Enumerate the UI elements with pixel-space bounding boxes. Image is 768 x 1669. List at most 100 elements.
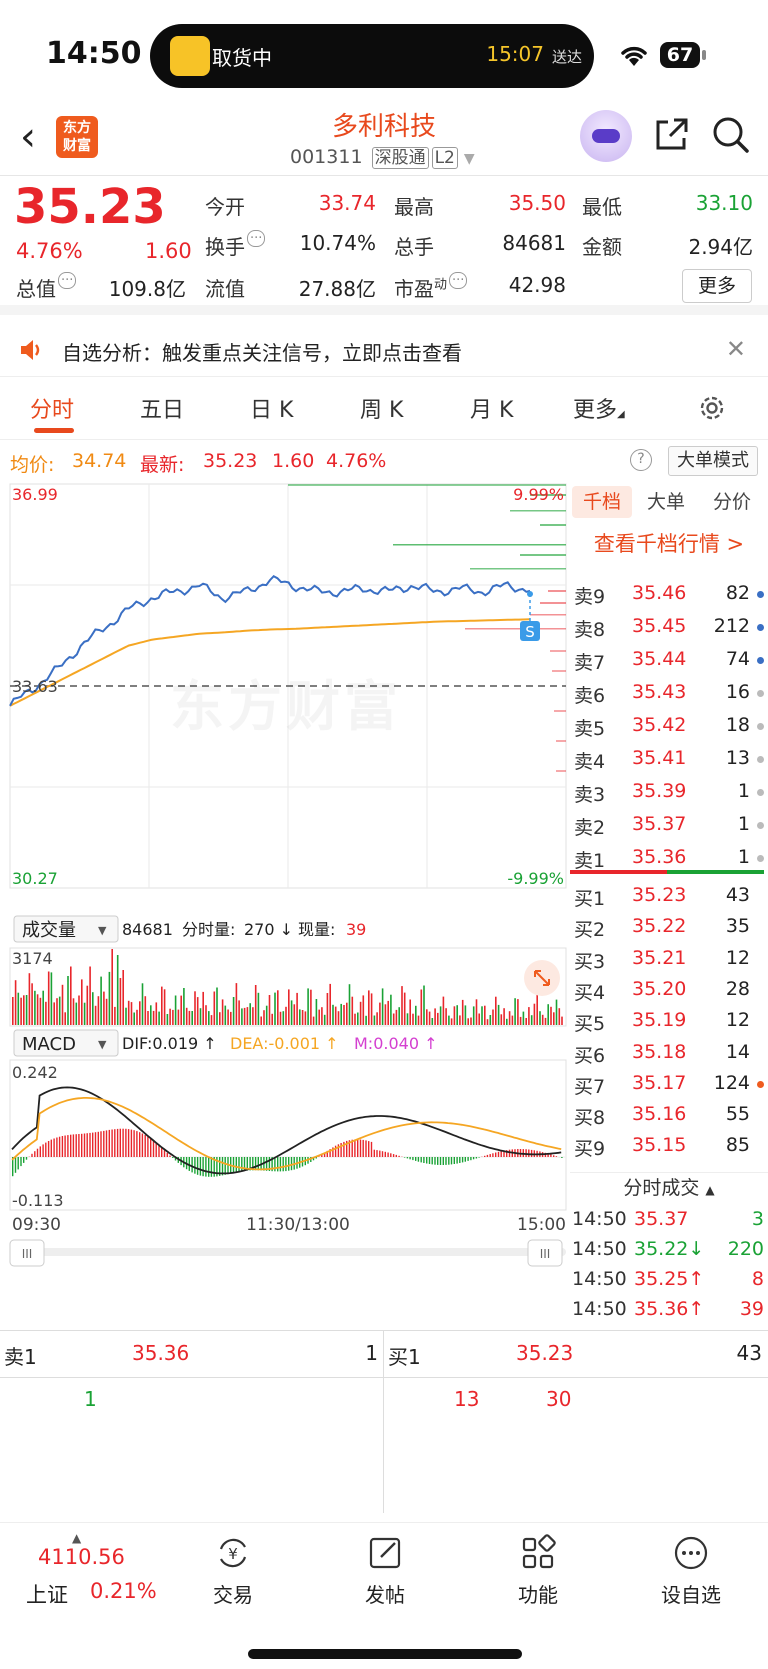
tab-daily-k[interactable]: 日 K: [250, 392, 293, 424]
bid-row[interactable]: 买3 35.21 12: [570, 943, 768, 975]
intraday-chart[interactable]: S 36.99 33.63 30.27 9.99% -9.99% 成交量 ▼ 8…: [0, 480, 570, 1330]
ask-row[interactable]: 卖6 35.43 16: [570, 677, 768, 709]
tick-volume: 220: [727, 1238, 764, 1260]
volume-bar: [31, 983, 33, 1025]
ask-row[interactable]: 卖2 35.37 1: [570, 809, 768, 841]
ask-row[interactable]: 卖7 35.44 74: [570, 644, 768, 676]
ask-row[interactable]: 卖9 35.46 82: [570, 578, 768, 610]
ask-price: 35.37: [632, 813, 687, 835]
nav-post[interactable]: 发帖: [330, 1533, 440, 1608]
ask-volume: 1: [737, 846, 750, 868]
macd-bar: [47, 1141, 50, 1157]
info-icon[interactable]: ···: [58, 272, 77, 289]
macd-bar: [36, 1148, 39, 1157]
turnover-label: 换手 ···: [205, 230, 266, 260]
volume-bar: [530, 1015, 533, 1025]
chart-scrollbar[interactable]: III III: [9, 1239, 566, 1267]
macd-bar: [409, 1157, 411, 1160]
macd-bar: [31, 1153, 33, 1157]
bid-row[interactable]: 买4 35.20 28: [570, 974, 768, 1006]
search-icon[interactable]: [710, 114, 750, 154]
volume-bar: [533, 1003, 536, 1025]
index-ticker[interactable]: ▲ 4110.56 上证 0.21%: [0, 1523, 160, 1633]
more-button[interactable]: 更多: [682, 269, 752, 303]
nav-trade[interactable]: ¥ 交易: [178, 1533, 288, 1608]
volume-bar: [412, 1013, 414, 1025]
pe-value: 42.98: [508, 273, 566, 297]
ask-level-label: 卖9: [574, 586, 606, 608]
macd-bar: [282, 1157, 284, 1172]
volume-bar: [450, 1018, 453, 1025]
volume-bar: [558, 1008, 561, 1025]
macd-header: MACD ▼ DIF:0.019 ↑ DEA:-0.001 ↑ M:0.040 …: [13, 1029, 438, 1057]
volume-bar: [144, 996, 147, 1025]
nav-functions[interactable]: 功能: [483, 1533, 593, 1608]
expand-icon[interactable]: [524, 960, 560, 996]
view-depth-link[interactable]: 查看千档行情 >: [570, 528, 768, 558]
macd-bar: [108, 1129, 110, 1157]
macd-bar: [103, 1130, 105, 1157]
wifi-icon: [621, 46, 647, 66]
bid-row[interactable]: 买5 35.19 12: [570, 1005, 768, 1037]
ticks-header[interactable]: 分时成交 ▲: [570, 1172, 768, 1202]
macd-bar: [492, 1153, 494, 1157]
gear-icon[interactable]: [696, 392, 728, 424]
ask-row[interactable]: 卖3 35.39 1: [570, 776, 768, 808]
tab-intraday[interactable]: 分时: [30, 392, 74, 424]
info-icon[interactable]: ···: [449, 272, 468, 289]
bid-row[interactable]: 买7 35.17 124: [570, 1068, 768, 1100]
ai-assistant-icon[interactable]: [580, 110, 632, 162]
bid-row[interactable]: 买9 35.15 85: [570, 1130, 768, 1162]
volume-bar: [448, 1015, 450, 1025]
bid-level-label: 买2: [574, 919, 606, 942]
info-icon[interactable]: ···: [247, 230, 266, 247]
volume-bar: [472, 1006, 475, 1025]
bid-row[interactable]: 买1 35.23 43: [570, 880, 768, 912]
close-icon[interactable]: ✕: [726, 335, 746, 363]
stock-code-row[interactable]: 001311 深股通 L2 ▼: [290, 146, 475, 169]
volume-value: 84681: [502, 231, 566, 255]
ask-price: 35.36: [632, 846, 687, 868]
macd-bar: [42, 1144, 44, 1157]
volume-bar: [381, 988, 384, 1025]
tab-five-day[interactable]: 五日: [140, 392, 184, 424]
tab-big-order[interactable]: 大单: [636, 486, 696, 518]
macd-bar: [136, 1131, 138, 1157]
ask-row[interactable]: 卖8 35.45 212: [570, 611, 768, 643]
volume-bar: [119, 978, 122, 1025]
volume-bar: [359, 1001, 362, 1025]
bid-row[interactable]: 买6 35.18 14: [570, 1037, 768, 1069]
tick-volume: 8: [751, 1268, 764, 1290]
volume-bar: [202, 991, 204, 1025]
nav-add-watchlist[interactable]: 设自选: [636, 1533, 746, 1608]
notice-bar[interactable]: 自选分析：触发重点关注信号，立即点击查看 ✕: [0, 325, 768, 377]
volume-bar: [453, 1006, 456, 1025]
tab-thousand-level[interactable]: 千档: [572, 486, 632, 518]
volume-bar: [428, 1011, 431, 1025]
bid-row[interactable]: 买2 35.22 35: [570, 911, 768, 943]
volume-bar: [351, 996, 354, 1025]
big-order-mode-button[interactable]: 大单模式: [668, 446, 758, 476]
macd-bar: [235, 1157, 237, 1173]
share-icon[interactable]: [652, 114, 692, 154]
dynamic-island[interactable]: 取货中 15:07 送达: [150, 24, 594, 88]
volume-bar: [97, 996, 100, 1025]
ticks-header-label: 分时成交: [623, 1177, 700, 1199]
tab-price-dist[interactable]: 分价: [700, 486, 764, 518]
macd-bar: [191, 1157, 193, 1173]
help-icon[interactable]: ?: [630, 449, 652, 471]
macd-bar: [379, 1150, 381, 1157]
bid-row[interactable]: 买8 35.16 55: [570, 1099, 768, 1131]
signal-marker[interactable]: S: [520, 591, 540, 641]
ask-row[interactable]: 卖5 35.42 18: [570, 710, 768, 742]
macd-bar: [241, 1157, 243, 1172]
tab-weekly-k[interactable]: 周 K: [360, 392, 403, 424]
tab-monthly-k[interactable]: 月 K: [470, 392, 513, 424]
tab-more[interactable]: 更多◢: [573, 392, 625, 424]
volume-bar: [348, 984, 351, 1025]
ask-row[interactable]: 卖4 35.41 13: [570, 743, 768, 775]
macd-bar: [199, 1157, 202, 1176]
volume-bar: [511, 1015, 514, 1025]
bid-volume: 124: [713, 1071, 750, 1094]
macd-bar: [437, 1157, 439, 1165]
